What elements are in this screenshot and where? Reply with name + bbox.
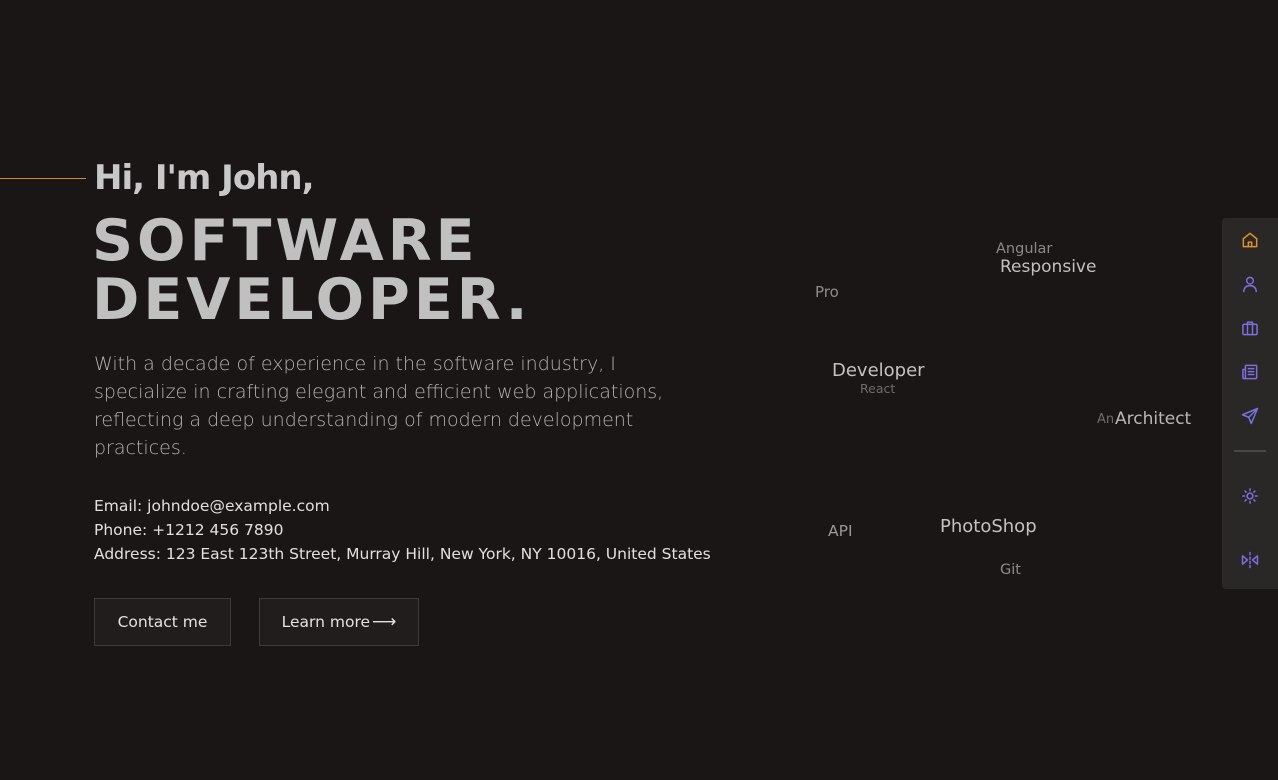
cloud-word: API: [828, 522, 853, 540]
contact-me-button[interactable]: Contact me: [94, 598, 231, 646]
arrow-right-icon: ⟶: [372, 612, 397, 632]
cloud-word: Architect: [1115, 409, 1192, 429]
nav-contact[interactable]: [1222, 396, 1278, 436]
cloud-word: React: [860, 381, 896, 396]
accent-line: [0, 178, 86, 179]
contact-email: Email: johndoe@example.com: [94, 497, 330, 515]
newspaper-icon: [1242, 364, 1258, 380]
sidebar-divider: [1234, 450, 1266, 452]
intro-paragraph: With a decade of experience in the softw…: [94, 353, 664, 459]
nav-about[interactable]: [1222, 264, 1278, 304]
contact-address: Address: 123 East 123th Street, Murray H…: [94, 545, 711, 563]
contact-phone: Phone: +1212 456 7890: [94, 521, 284, 539]
cloud-word: PhotoShop: [940, 516, 1037, 537]
theme-toggle[interactable]: [1222, 476, 1278, 516]
side-nav: [1222, 218, 1278, 589]
sun-icon: [1242, 488, 1258, 504]
headline-line-2: DEVELOPER.: [92, 267, 532, 333]
page-title: SOFTWARE DEVELOPER.: [92, 212, 531, 330]
page: Hi, I'm John, SOFTWARE DEVELOPER. With a…: [0, 0, 1278, 780]
greeting: Hi, I'm John,: [94, 158, 315, 198]
learn-more-button[interactable]: Learn more ⟶: [259, 598, 419, 646]
cloud-word: Angular: [996, 241, 1053, 257]
nav-blog[interactable]: [1222, 352, 1278, 392]
split-icon: [1241, 551, 1259, 569]
contact-info: Email: johndoe@example.com Phone: +1212 …: [94, 494, 711, 566]
cloud-word: Developer: [832, 360, 925, 381]
learn-more-label: Learn more: [281, 613, 371, 631]
cloud-word: An: [1097, 412, 1115, 427]
home-icon: [1242, 232, 1258, 248]
cloud-word: Responsive: [1000, 257, 1097, 277]
user-icon: [1243, 276, 1257, 293]
cloud-word: Pro: [815, 283, 839, 301]
headline-line-1: SOFTWARE: [92, 208, 479, 274]
send-icon: [1241, 407, 1259, 425]
nav-home[interactable]: [1222, 220, 1278, 260]
layout-toggle[interactable]: [1222, 540, 1278, 580]
nav-portfolio[interactable]: [1222, 308, 1278, 348]
contact-me-label: Contact me: [117, 613, 208, 631]
briefcase-icon: [1242, 321, 1258, 336]
cloud-word: Git: [1000, 562, 1021, 578]
